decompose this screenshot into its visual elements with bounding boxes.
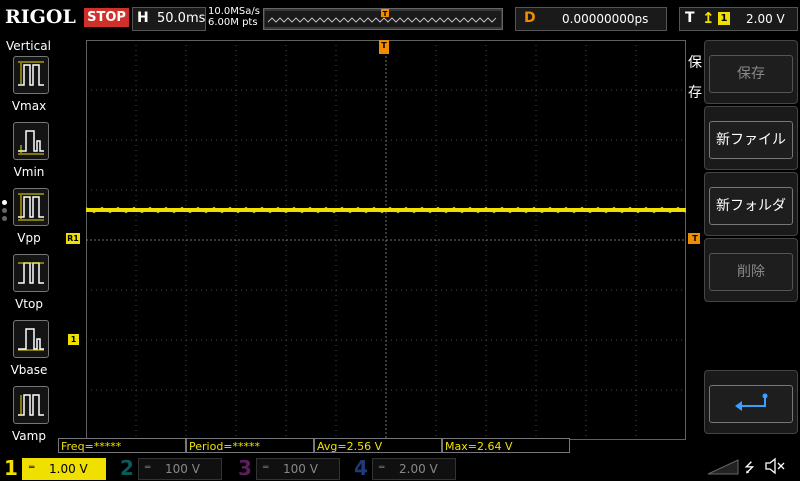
vtop-icon (13, 254, 49, 292)
measure-freq[interactable]: Freq=***** (58, 438, 186, 453)
ch1-scale-box: ═ 1.00 V (22, 458, 106, 480)
back-arrow-icon (709, 385, 793, 423)
sample-rate: 10.0MSa/s (208, 6, 260, 17)
dc-coupling-icon: ═ (379, 463, 385, 473)
trigger-key: T (685, 10, 695, 26)
ch1-setting[interactable]: 1 ═ 1.00 V (0, 456, 112, 480)
svg-text:T: T (383, 10, 388, 18)
ch2-setting[interactable]: 2 ═ 100 V (116, 456, 228, 480)
measure-max[interactable]: Max=2.64 V (442, 438, 570, 453)
delete-softkey[interactable]: 削除 (704, 238, 798, 302)
dc-coupling-icon: ═ (145, 463, 151, 473)
new-folder-softkey-label: 新フォルダ (709, 187, 793, 225)
new-folder-softkey[interactable]: 新フォルダ (704, 172, 798, 236)
waveform-display[interactable] (85, 40, 687, 440)
trigger-source: 1 (718, 12, 730, 25)
usb-icon: ⭍ (744, 461, 755, 476)
ch1-reference-marker[interactable]: R1 (66, 233, 80, 244)
timebase-value: 50.0ms (157, 11, 206, 26)
rigol-logo: RIGOL (5, 6, 76, 28)
ch2-scale-box: ═ 100 V (138, 458, 222, 480)
new-file-softkey[interactable]: 新ファイル (704, 106, 798, 170)
vtop-label: Vtop (15, 297, 43, 311)
delay-value: 0.00000000ps (562, 12, 649, 26)
vamp-label: Vamp (12, 429, 46, 443)
vmin-icon (13, 122, 49, 160)
delete-softkey-label: 削除 (709, 253, 793, 291)
measure-vmax[interactable]: Vmax (0, 56, 58, 120)
measure-vamp[interactable]: Vamp (0, 386, 58, 450)
vmax-label: Vmax (11, 99, 47, 113)
save-softkey[interactable]: 保存 (704, 40, 798, 104)
run-stop-status[interactable]: STOP (84, 8, 129, 27)
memory-depth: 6.00M pts (208, 17, 258, 28)
vmin-label: Vmin (13, 165, 45, 179)
vmax-icon (13, 56, 49, 94)
measurement-panel-title: Vertical (6, 39, 51, 53)
ch3-scale-box: ═ 100 V (256, 458, 340, 480)
ch4-scale: 2.00 V (399, 462, 438, 476)
memory-overview-strip[interactable]: T (263, 8, 503, 30)
ch4-scale-box: ═ 2.00 V (372, 458, 456, 480)
new-file-softkey-label: 新ファイル (709, 121, 793, 159)
measure-vpp[interactable]: Vpp (0, 188, 58, 252)
ch3-scale: 100 V (283, 462, 318, 476)
measure-vtop[interactable]: Vtop (0, 254, 58, 318)
vpp-icon (13, 188, 49, 226)
ch3-setting[interactable]: 3 ═ 100 V (234, 456, 346, 480)
measure-avg[interactable]: Avg=2.56 V (314, 438, 442, 453)
delay-key: D (524, 10, 536, 26)
speaker-muted-icon[interactable] (764, 457, 786, 475)
memory-overview-wave-icon: T (263, 9, 503, 29)
measure-vbase[interactable]: Vbase (0, 320, 58, 384)
trigger-position-marker[interactable]: T (379, 40, 389, 54)
vbase-label: Vbase (10, 363, 48, 377)
vamp-icon (13, 386, 49, 424)
trigger-level-value: 2.00 V (746, 12, 785, 26)
acquisition-info: 10.0MSa/s 6.00M pts (208, 6, 260, 28)
ch2-scale: 100 V (165, 462, 200, 476)
delay-readout[interactable]: D 0.00000000ps (515, 7, 667, 31)
horizontal-timebase[interactable]: H 50.0ms (132, 7, 206, 31)
trigger-readout[interactable]: T ↥ 1 2.00 V (679, 7, 798, 31)
ch4-setting[interactable]: 4 ═ 2.00 V (350, 456, 462, 480)
dc-coupling-icon: ═ (29, 463, 35, 473)
horizontal-key: H (137, 10, 149, 26)
graticule (85, 40, 687, 440)
dc-coupling-icon: ═ (263, 463, 269, 473)
ch1-number: 1 (4, 456, 18, 480)
menu-title: 保存 (688, 55, 702, 101)
ch1-scale: 1.00 V (49, 462, 88, 476)
back-softkey[interactable] (704, 370, 798, 434)
measure-vmin[interactable]: Vmin (0, 122, 58, 186)
measure-period[interactable]: Period=***** (186, 438, 314, 453)
save-softkey-label: 保存 (709, 55, 793, 93)
vbase-icon (13, 320, 49, 358)
nav-arrow-icon[interactable] (706, 458, 740, 476)
ch4-number: 4 (354, 456, 368, 480)
ch3-number: 3 (238, 456, 252, 480)
ch1-offset-marker[interactable]: 1 (68, 334, 79, 345)
vpp-label: Vpp (17, 231, 41, 245)
rising-edge-icon: ↥ (702, 9, 715, 27)
ch2-number: 2 (120, 456, 134, 480)
